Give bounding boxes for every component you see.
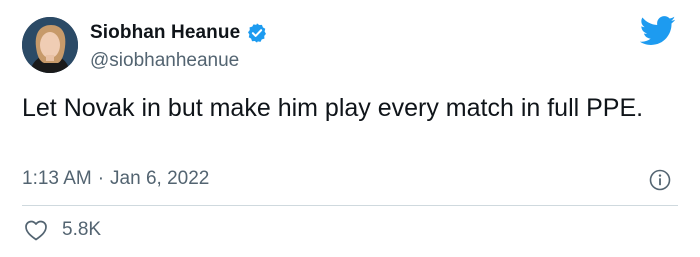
tweet-time: 1:13 AM (22, 168, 92, 189)
twitter-bird-icon[interactable] (639, 16, 676, 46)
meta-separator: · (97, 168, 105, 189)
info-icon[interactable] (648, 168, 672, 192)
tweet-text: Let Novak in but make him play every mat… (22, 94, 644, 122)
author-handle[interactable]: @siobhanheanue (90, 50, 239, 72)
author-name-row: Siobhan Heanue (90, 22, 268, 44)
divider (22, 205, 678, 206)
like-button[interactable]: 5.8K (24, 219, 101, 241)
heart-icon (24, 219, 48, 241)
tweet-timestamp[interactable]: 1:13 AM · Jan 6, 2022 (22, 168, 209, 190)
verified-badge-icon (246, 22, 268, 44)
tweet-date: Jan 6, 2022 (110, 168, 210, 189)
tweet-card: Siobhan Heanue @siobhanheanue Let Novak … (0, 0, 700, 257)
like-count: 5.8K (62, 219, 102, 240)
avatar[interactable] (22, 17, 78, 73)
author-name[interactable]: Siobhan Heanue (90, 22, 240, 44)
